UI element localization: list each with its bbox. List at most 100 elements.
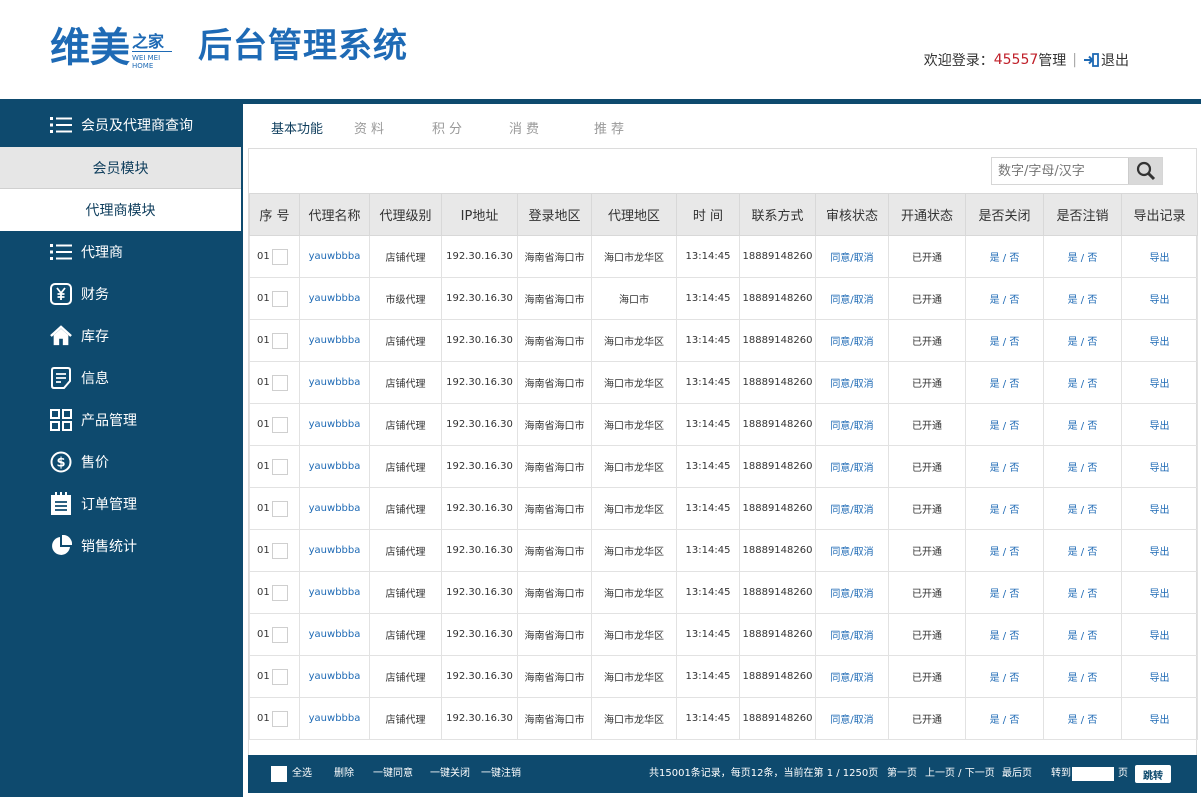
row-checkbox[interactable] (271, 542, 288, 559)
sidebar-item-order-management[interactable]: 订单管理 (0, 483, 243, 525)
cell-export[interactable]: 导出 (1121, 277, 1198, 320)
cell-review-status[interactable]: 同意/取消 (815, 403, 889, 446)
cell-review-status[interactable]: 同意/取消 (815, 277, 889, 320)
row-checkbox[interactable] (271, 710, 288, 727)
tab-recommend[interactable]: 推荐 (594, 118, 628, 137)
cell-agent-name[interactable]: yauwbbba (299, 487, 370, 530)
cell-is-closed[interactable]: 是 / 否 (965, 529, 1044, 572)
cell-is-cancelled[interactable]: 是 / 否 (1043, 235, 1122, 278)
select-all-checkbox[interactable] (271, 766, 287, 782)
cell-is-cancelled[interactable]: 是 / 否 (1043, 277, 1122, 320)
cell-export[interactable]: 导出 (1121, 655, 1198, 698)
row-checkbox[interactable] (271, 290, 288, 307)
cell-export[interactable]: 导出 (1121, 529, 1198, 572)
row-checkbox[interactable] (271, 668, 288, 685)
sidebar-subitem-agent-module[interactable]: 代理商模块 (0, 189, 241, 231)
cell-is-closed[interactable]: 是 / 否 (965, 613, 1044, 656)
sidebar-item-info[interactable]: 信息 (0, 357, 243, 399)
cell-export[interactable]: 导出 (1121, 613, 1198, 656)
cell-is-closed[interactable]: 是 / 否 (965, 235, 1044, 278)
goto-page-input[interactable] (1072, 767, 1114, 781)
cell-export[interactable]: 导出 (1121, 235, 1198, 278)
cell-is-cancelled[interactable]: 是 / 否 (1043, 487, 1122, 530)
cell-review-status[interactable]: 同意/取消 (815, 529, 889, 572)
cell-agent-name[interactable]: yauwbbba (299, 235, 370, 278)
row-checkbox[interactable] (271, 248, 288, 265)
cell-agent-name[interactable]: yauwbbba (299, 613, 370, 656)
cell-export[interactable]: 导出 (1121, 487, 1198, 530)
cell-export[interactable]: 导出 (1121, 403, 1198, 446)
cell-review-status[interactable]: 同意/取消 (815, 445, 889, 488)
sidebar-item-price[interactable]: $ 售价 (0, 441, 243, 483)
row-checkbox[interactable] (271, 626, 288, 643)
row-checkbox[interactable] (271, 500, 288, 517)
cell-agent-name[interactable]: yauwbbba (299, 697, 370, 740)
first-page-link[interactable]: 第一页 (887, 768, 917, 780)
cell-review-status[interactable]: 同意/取消 (815, 319, 889, 362)
sidebar-item-finance[interactable]: 财务 (0, 273, 243, 315)
cell-is-cancelled[interactable]: 是 / 否 (1043, 319, 1122, 362)
tab-profile[interactable]: 资料 (354, 118, 388, 137)
cell-agent-name[interactable]: yauwbbba (299, 277, 370, 320)
cell-review-status[interactable]: 同意/取消 (815, 613, 889, 656)
cell-agent-name[interactable]: yauwbbba (299, 361, 370, 404)
tab-basic-functions[interactable]: 基本功能 (271, 118, 323, 137)
last-page-link[interactable]: 最后页 (1002, 768, 1032, 780)
cell-export[interactable]: 导出 (1121, 445, 1198, 488)
cell-is-closed[interactable]: 是 / 否 (965, 445, 1044, 488)
cell-agent-name[interactable]: yauwbbba (299, 445, 370, 488)
cell-is-cancelled[interactable]: 是 / 否 (1043, 361, 1122, 404)
goto-button[interactable]: 跳转 (1135, 765, 1171, 783)
sidebar-item-product-management[interactable]: 产品管理 (0, 399, 243, 441)
select-all-label[interactable]: 全选 (292, 768, 312, 780)
sidebar-item-member-agent-query[interactable]: 会员及代理商查询 (0, 104, 243, 146)
cell-is-cancelled[interactable]: 是 / 否 (1043, 571, 1122, 614)
cell-is-closed[interactable]: 是 / 否 (965, 487, 1044, 530)
approve-all-button[interactable]: 一键同意 (373, 768, 413, 780)
cell-is-closed[interactable]: 是 / 否 (965, 697, 1044, 740)
sidebar-item-agent[interactable]: 代理商 (0, 231, 243, 273)
row-checkbox[interactable] (271, 458, 288, 475)
cell-review-status[interactable]: 同意/取消 (815, 235, 889, 278)
cell-is-closed[interactable]: 是 / 否 (965, 571, 1044, 614)
cell-is-closed[interactable]: 是 / 否 (965, 655, 1044, 698)
row-checkbox[interactable] (271, 374, 288, 391)
prev-next-link[interactable]: 上一页 / 下一页 (925, 768, 995, 780)
cell-is-closed[interactable]: 是 / 否 (965, 319, 1044, 362)
cell-review-status[interactable]: 同意/取消 (815, 655, 889, 698)
search-input[interactable] (992, 158, 1128, 184)
logout-link[interactable]: 退出 (1101, 50, 1129, 70)
cancel-all-button[interactable]: 一键注销 (481, 768, 521, 780)
cell-agent-name[interactable]: yauwbbba (299, 655, 370, 698)
cell-agent-name[interactable]: yauwbbba (299, 403, 370, 446)
cell-review-status[interactable]: 同意/取消 (815, 697, 889, 740)
sidebar-item-sales-statistics[interactable]: 销售统计 (0, 525, 243, 567)
row-checkbox[interactable] (271, 584, 288, 601)
cell-is-cancelled[interactable]: 是 / 否 (1043, 445, 1122, 488)
cell-is-cancelled[interactable]: 是 / 否 (1043, 697, 1122, 740)
cell-is-cancelled[interactable]: 是 / 否 (1043, 529, 1122, 572)
cell-export[interactable]: 导出 (1121, 361, 1198, 404)
logo[interactable]: 维美 之家 WEI MEI HOME (50, 22, 172, 72)
close-all-button[interactable]: 一键关闭 (430, 768, 470, 780)
cell-review-status[interactable]: 同意/取消 (815, 571, 889, 614)
cell-export[interactable]: 导出 (1121, 319, 1198, 362)
cell-agent-name[interactable]: yauwbbba (299, 571, 370, 614)
sidebar-item-inventory[interactable]: 库存 (0, 315, 243, 357)
cell-is-closed[interactable]: 是 / 否 (965, 361, 1044, 404)
row-checkbox[interactable] (271, 416, 288, 433)
tab-consumption[interactable]: 消费 (509, 118, 543, 137)
cell-export[interactable]: 导出 (1121, 571, 1198, 614)
cell-is-closed[interactable]: 是 / 否 (965, 277, 1044, 320)
logout-icon[interactable] (1083, 53, 1099, 67)
tab-points[interactable]: 积分 (432, 118, 466, 137)
cell-review-status[interactable]: 同意/取消 (815, 361, 889, 404)
delete-button[interactable]: 删除 (334, 768, 354, 780)
cell-is-cancelled[interactable]: 是 / 否 (1043, 613, 1122, 656)
cell-agent-name[interactable]: yauwbbba (299, 319, 370, 362)
cell-is-cancelled[interactable]: 是 / 否 (1043, 403, 1122, 446)
cell-is-cancelled[interactable]: 是 / 否 (1043, 655, 1122, 698)
cell-export[interactable]: 导出 (1121, 697, 1198, 740)
sidebar-subitem-member-module[interactable]: 会员模块 (0, 147, 241, 189)
cell-is-closed[interactable]: 是 / 否 (965, 403, 1044, 446)
